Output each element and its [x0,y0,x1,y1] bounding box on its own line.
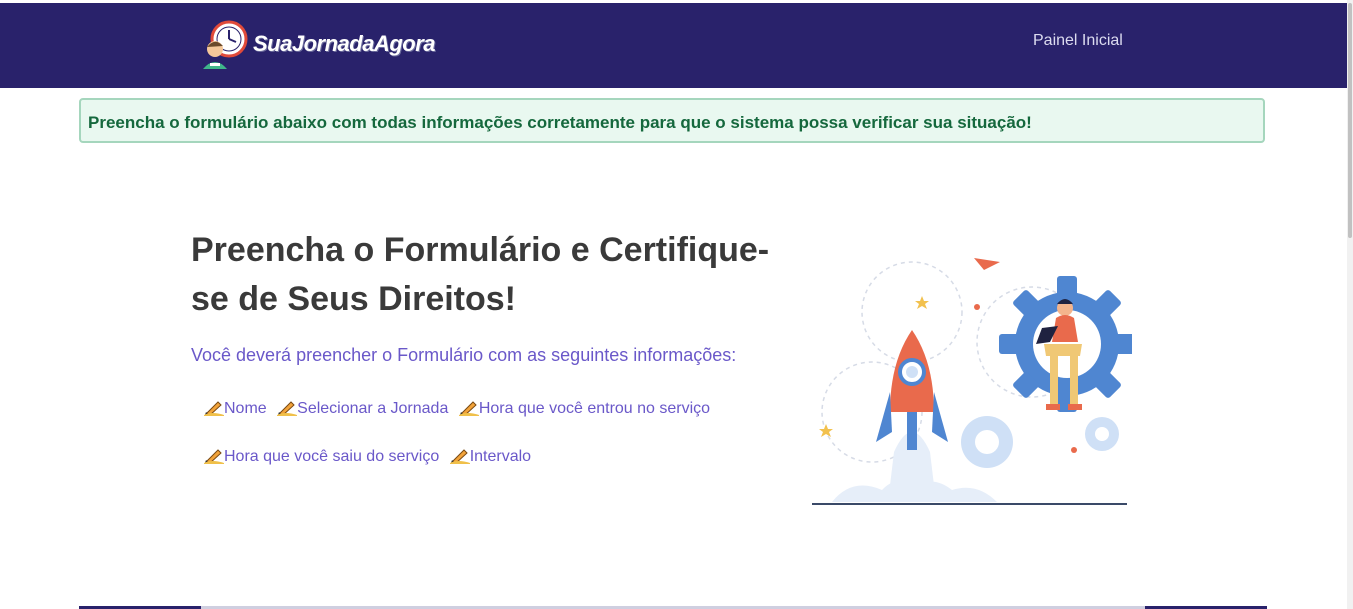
item-label: Hora que você saiu do serviço [224,448,440,465]
list-item: Selecionar a Jornada [277,398,448,418]
item-label: Hora que você entrou no serviço [478,400,711,417]
list-item: Hora que você saiu do serviço [204,446,439,466]
brand-logo[interactable]: SuaJornadaAgora [199,19,439,71]
list-item: Intervalo [449,446,532,466]
brand-name: SuaJornadaAgora [253,31,436,56]
hero-subtitle: Você deverá preencher o Formulário com a… [191,345,737,365]
writing-hand-icon [204,401,224,416]
required-info-list: Nome Selecionar a Jornada Hora que você … [204,398,716,418]
required-info-list-2: Hora que você saiu do serviço Intervalo [204,446,537,466]
scrollbar-thumb[interactable] [1348,3,1352,238]
list-item: Hora que você entrou no serviço [458,398,711,418]
writing-hand-icon [449,449,470,464]
writing-hand-icon [204,449,224,464]
item-label: Intervalo [469,448,532,465]
clock-person-icon [203,20,248,69]
rocket-startup-illustration [812,258,1132,505]
info-alert: Preencha o formulário abaixo com todas i… [79,98,1265,143]
writing-hand-icon [458,401,479,416]
item-label: Nome [224,400,267,417]
navbar: SuaJornadaAgora Painel Inicial [0,3,1347,88]
alert-text: Preencha o formulário abaixo com todas i… [88,113,1032,132]
nav-link-painel-inicial[interactable]: Painel Inicial [1033,32,1123,50]
hero-title: Preencha o Formulário e Certifique-se de… [191,231,770,318]
list-item: Nome [204,398,267,418]
writing-hand-icon [277,401,298,416]
item-label: Selecionar a Jornada [297,400,449,417]
